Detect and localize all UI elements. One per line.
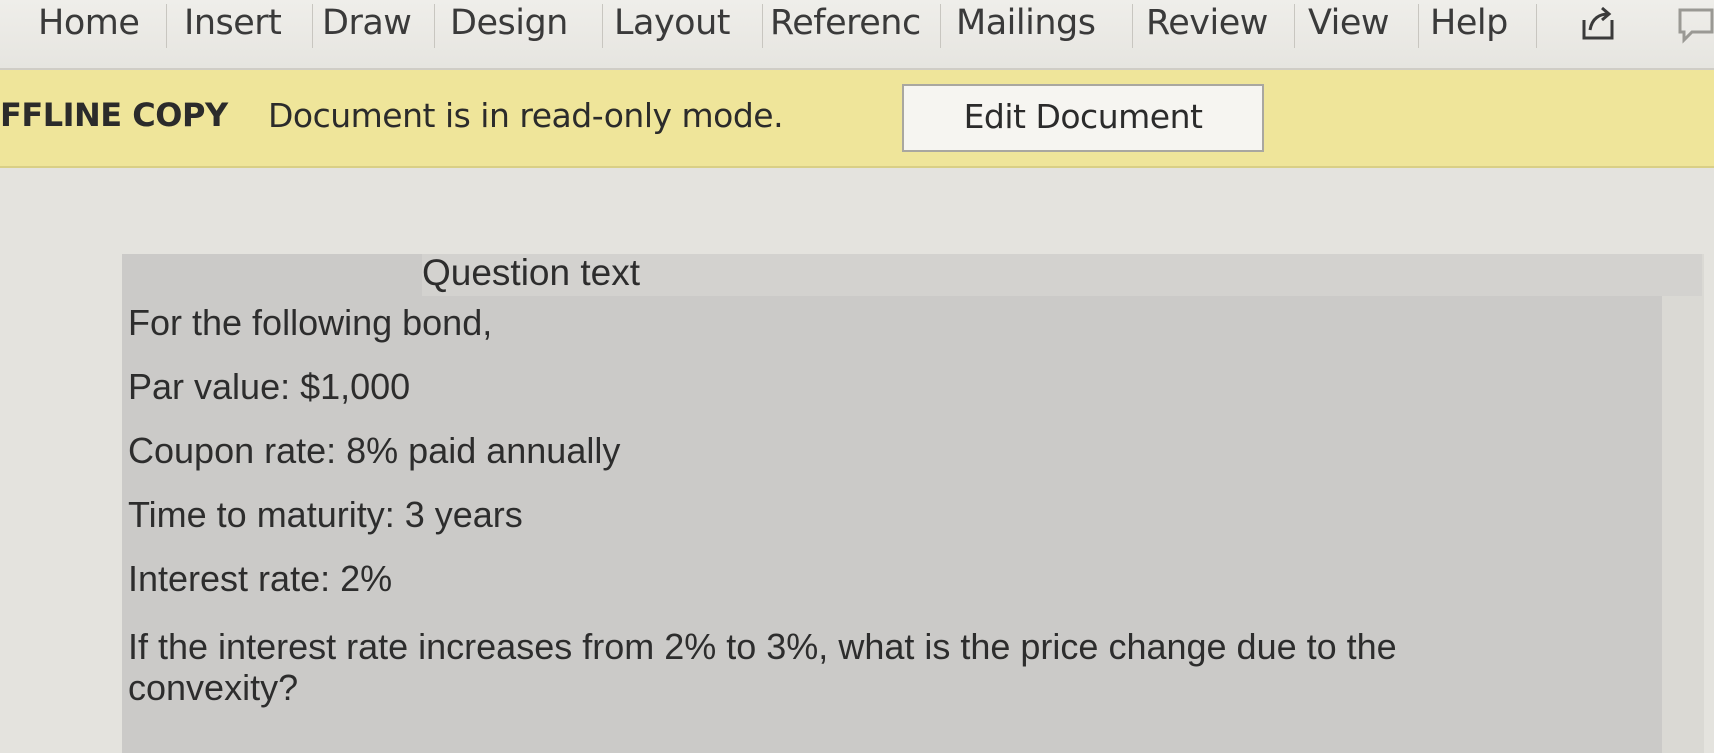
tab-insert[interactable]: Insert <box>184 0 296 50</box>
document-canvas: Question text For the following bond, Pa… <box>0 168 1714 753</box>
question-prompt: If the interest rate increases from 2% t… <box>128 626 1397 708</box>
tab-separator <box>1536 4 1537 48</box>
tab-separator <box>1418 4 1419 48</box>
tab-separator <box>762 4 763 48</box>
tab-separator <box>940 4 941 48</box>
tab-separator <box>434 4 435 48</box>
tab-draw[interactable]: Draw <box>322 0 422 50</box>
tab-separator <box>312 4 313 48</box>
tab-design[interactable]: Design <box>450 0 588 50</box>
tab-mailings[interactable]: Mailings <box>956 0 1124 50</box>
question-header: Question text <box>422 252 641 293</box>
tab-view[interactable]: View <box>1308 0 1406 50</box>
offline-copy-label: FFLINE COPY <box>0 96 228 134</box>
time-to-maturity: Time to maturity: 3 years <box>128 494 523 535</box>
tab-separator <box>602 4 603 48</box>
tab-home[interactable]: Home <box>38 0 158 50</box>
comment-icon[interactable] <box>1676 4 1714 44</box>
tab-separator <box>1132 4 1133 48</box>
coupon-rate: Coupon rate: 8% paid annually <box>128 430 621 471</box>
tab-review[interactable]: Review <box>1146 0 1282 50</box>
interest-rate: Interest rate: 2% <box>128 558 393 599</box>
tab-references[interactable]: Referenc <box>770 0 940 50</box>
ribbon-tabs: Home Insert Draw Design Layout Referenc … <box>0 0 1714 70</box>
share-icon[interactable] <box>1578 4 1618 44</box>
tab-separator <box>166 4 167 48</box>
read-only-banner: FFLINE COPY Document is in read-only mod… <box>0 70 1714 168</box>
read-only-message: Document is in read-only mode. <box>268 96 784 135</box>
tab-separator <box>1294 4 1295 48</box>
panel-edge <box>1662 254 1704 753</box>
tab-help[interactable]: Help <box>1430 0 1530 50</box>
tab-layout[interactable]: Layout <box>614 0 746 50</box>
question-intro: For the following bond, <box>128 302 493 343</box>
par-value: Par value: $1,000 <box>128 366 411 407</box>
edit-document-button[interactable]: Edit Document <box>902 84 1264 152</box>
